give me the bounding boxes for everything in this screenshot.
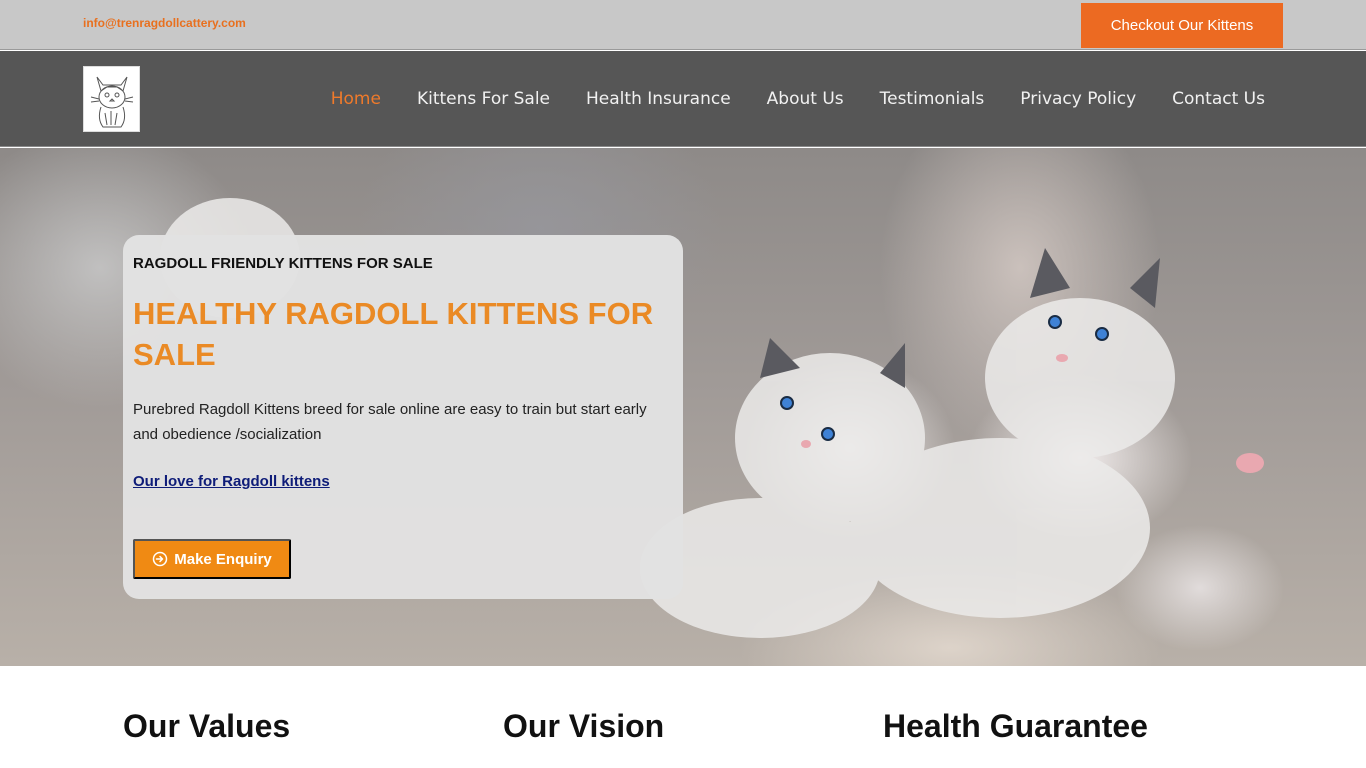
primary-nav: Home Kittens For Sale Health Insurance A… bbox=[313, 51, 1283, 147]
nav-item-health-insurance[interactable]: Health Insurance bbox=[568, 89, 749, 109]
our-values-heading: Our Values bbox=[123, 708, 291, 744]
our-vision-heading: Our Vision bbox=[503, 708, 665, 744]
make-enquiry-label: Make Enquiry bbox=[174, 550, 272, 568]
email-link[interactable]: info@trenragdollcattery.com bbox=[83, 16, 246, 30]
cat-sketch-logo-icon bbox=[90, 76, 133, 128]
site-logo[interactable] bbox=[83, 66, 140, 132]
hero-banner: RAGDOLL FRIENDLY KITTENS FOR SALE HEALTH… bbox=[0, 148, 1366, 666]
checkout-kittens-button[interactable]: Checkout Our Kittens bbox=[1081, 3, 1283, 48]
hero-card: RAGDOLL FRIENDLY KITTENS FOR SALE HEALTH… bbox=[123, 235, 683, 599]
nav-item-home[interactable]: Home bbox=[313, 89, 399, 109]
hero-headline: HEALTHY RAGDOLL KITTENS FOR SALE bbox=[133, 296, 654, 372]
hero-description: Purebred Ragdoll Kittens breed for sale … bbox=[133, 401, 647, 443]
arrow-circle-right-icon bbox=[152, 551, 168, 567]
our-love-link[interactable]: Our love for Ragdoll kittens bbox=[133, 473, 330, 490]
nav-item-privacy-policy[interactable]: Privacy Policy bbox=[1002, 89, 1154, 109]
main-navbar: Home Kittens For Sale Health Insurance A… bbox=[0, 51, 1366, 147]
hero-eyebrow: RAGDOLL FRIENDLY KITTENS FOR SALE bbox=[133, 255, 433, 272]
nav-item-contact-us[interactable]: Contact Us bbox=[1154, 89, 1283, 109]
nav-item-kittens-for-sale[interactable]: Kittens For Sale bbox=[399, 89, 568, 109]
nav-item-about-us[interactable]: About Us bbox=[749, 89, 862, 109]
nav-item-testimonials[interactable]: Testimonials bbox=[862, 89, 1003, 109]
make-enquiry-button[interactable]: Make Enquiry bbox=[133, 539, 291, 579]
top-bar: info@trenragdollcattery.com Checkout Our… bbox=[0, 0, 1366, 50]
health-guarantee-heading: Health Guarantee bbox=[883, 708, 1148, 744]
